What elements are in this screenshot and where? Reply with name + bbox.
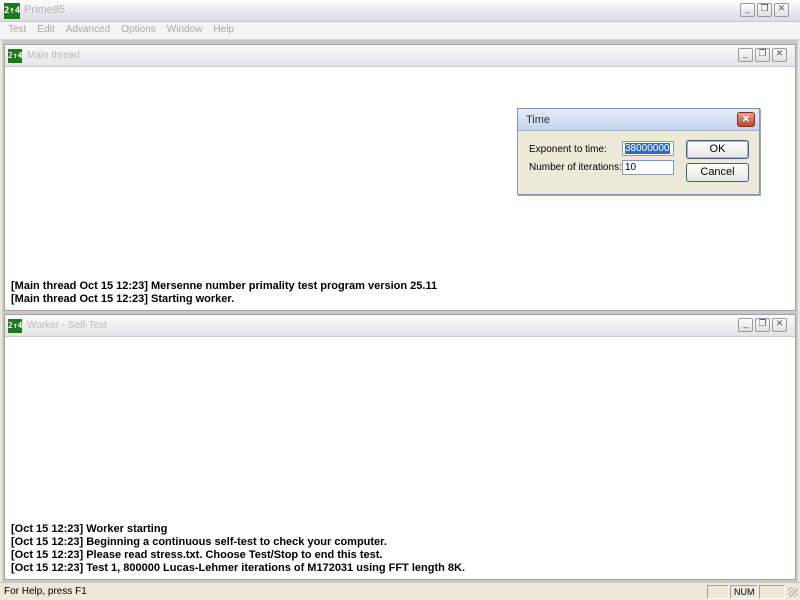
- iterations-input[interactable]: 10: [622, 160, 674, 175]
- menu-window[interactable]: Window: [167, 22, 203, 35]
- menu-test[interactable]: Test: [8, 22, 26, 35]
- log-line: [Oct 15 12:23] Please read stress.txt. C…: [11, 549, 383, 561]
- restore-icon: ❐: [758, 49, 767, 59]
- main-thread-title: Main thread: [27, 50, 80, 61]
- close-icon: ✕: [775, 319, 784, 329]
- time-dialog-close-button[interactable]: ✕: [737, 112, 755, 127]
- status-cell-caps: [707, 585, 729, 599]
- app-title: Prime95: [24, 4, 65, 16]
- menu-advanced[interactable]: Advanced: [66, 22, 110, 35]
- close-icon: ✕: [741, 114, 751, 125]
- log-line: [Oct 15 12:23] Beginning a continuous se…: [11, 536, 387, 548]
- log-line: [Main thread Oct 15 12:23] Starting work…: [11, 293, 235, 305]
- worker-log: [Oct 15 12:23] Worker starting [Oct 15 1…: [11, 523, 465, 575]
- restore-icon: ❐: [758, 319, 767, 329]
- worker-title: Worker - Self-Test: [27, 320, 107, 331]
- exponent-label: Exponent to time:: [529, 144, 607, 155]
- cancel-button[interactable]: Cancel: [686, 163, 749, 182]
- menu-bar: Test Edit Advanced Options Window Help: [0, 22, 800, 40]
- prime95-app-icon: 2↑4: [4, 3, 20, 19]
- menu-help[interactable]: Help: [213, 22, 234, 35]
- log-line: [Oct 15 12:23] Test 1, 800000 Lucas-Lehm…: [11, 562, 465, 574]
- restore-icon: ❐: [760, 4, 769, 14]
- main-thread-minimize-button[interactable]: _: [738, 48, 753, 62]
- minimize-icon: _: [743, 319, 748, 329]
- worker-restore-button[interactable]: ❐: [755, 318, 770, 332]
- app-minimize-button[interactable]: _: [740, 3, 755, 17]
- status-cell-num: NUM: [730, 585, 758, 599]
- status-bar: For Help, press F1 NUM: [0, 582, 800, 600]
- app-titlebar[interactable]: 2↑4 Prime95 _ ❐ ✕: [0, 0, 800, 22]
- iterations-value: 10: [625, 162, 637, 173]
- minimize-icon: _: [745, 4, 750, 14]
- time-dialog[interactable]: Time ✕ Exponent to time: 38000000 Number…: [517, 108, 760, 195]
- worker-close-button[interactable]: ✕: [772, 318, 787, 332]
- close-icon: ✕: [775, 49, 784, 59]
- minimize-icon: _: [743, 49, 748, 59]
- ok-button[interactable]: OK: [686, 140, 749, 159]
- time-dialog-title: Time: [526, 114, 551, 126]
- worker-titlebar[interactable]: 2↑4 Worker - Self-Test _ ❐ ✕: [5, 315, 795, 337]
- app-restore-button[interactable]: ❐: [757, 3, 772, 17]
- main-thread-log: [Main thread Oct 15 12:23] Mersenne numb…: [11, 280, 437, 306]
- worker-window[interactable]: 2↑4 Worker - Self-Test _ ❐ ✕ [Oct 15 12:…: [4, 314, 796, 580]
- worker-minimize-button[interactable]: _: [738, 318, 753, 332]
- prime95-window-icon: 2↑4: [8, 319, 22, 333]
- main-thread-titlebar[interactable]: 2↑4 Main thread _ ❐ ✕: [5, 45, 795, 67]
- main-thread-close-button[interactable]: ✕: [772, 48, 787, 62]
- menu-edit[interactable]: Edit: [37, 22, 54, 35]
- menu-options[interactable]: Options: [121, 22, 155, 35]
- log-line: [Main thread Oct 15 12:23] Mersenne numb…: [11, 280, 438, 292]
- resize-grip-icon[interactable]: [788, 587, 798, 597]
- main-thread-restore-button[interactable]: ❐: [755, 48, 770, 62]
- app-close-button[interactable]: ✕: [774, 3, 789, 17]
- iterations-label: Number of iterations:: [529, 162, 622, 173]
- status-cell-scroll: [759, 585, 785, 599]
- close-icon: ✕: [777, 4, 786, 14]
- exponent-input[interactable]: 38000000: [622, 141, 674, 156]
- worker-log-area[interactable]: [Oct 15 12:23] Worker starting [Oct 15 1…: [7, 339, 793, 577]
- exponent-value: 38000000: [625, 143, 670, 154]
- status-help-text: For Help, press F1: [4, 586, 87, 597]
- time-dialog-titlebar[interactable]: Time ✕: [518, 109, 759, 131]
- prime95-window-icon: 2↑4: [8, 49, 22, 63]
- log-line: [Oct 15 12:23] Worker starting: [11, 523, 168, 535]
